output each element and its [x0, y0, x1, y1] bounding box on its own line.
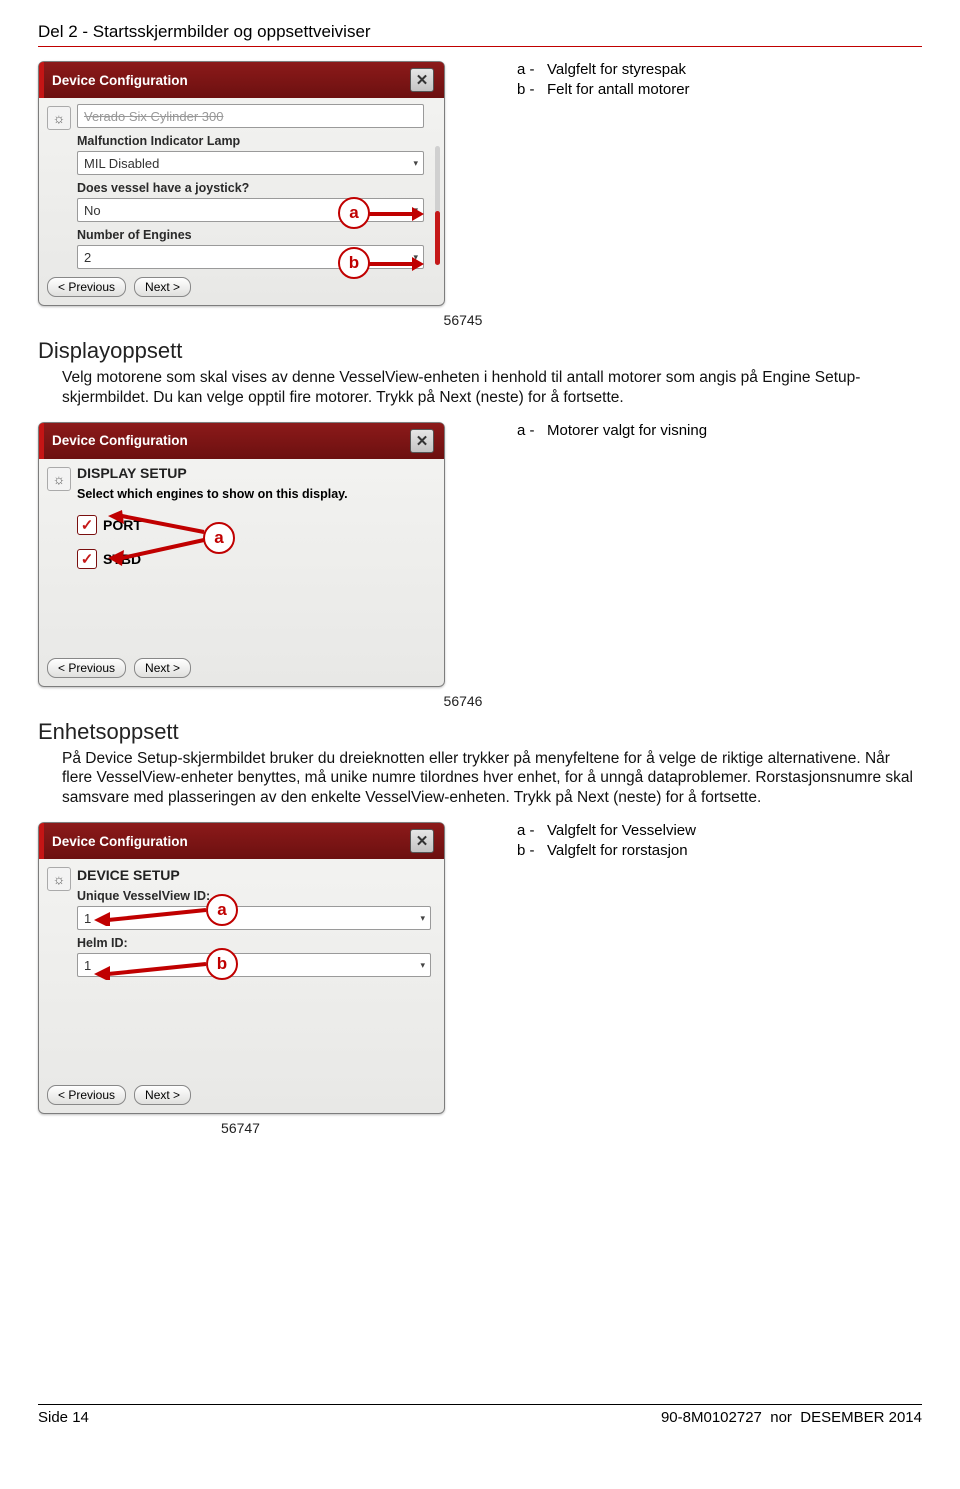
callout-b: b [206, 948, 238, 980]
gear-icon[interactable]: ☼ [47, 867, 71, 891]
helm-id-label: Helm ID: [77, 936, 434, 950]
body-paragraph: Velg motorene som skal vises av denne Ve… [62, 368, 922, 408]
device-setup-heading: DEVICE SETUP [77, 867, 434, 883]
panel-title: Device Configuration [52, 73, 188, 88]
legend-2: a -Motorer valgt for visning [517, 422, 707, 442]
next-button[interactable]: Next > [134, 277, 191, 297]
panel-title: Device Configuration [52, 433, 188, 448]
next-button[interactable]: Next > [134, 658, 191, 678]
gear-icon[interactable]: ☼ [47, 467, 71, 491]
close-icon[interactable]: ✕ [410, 429, 434, 453]
footer-left: Side 14 [38, 1409, 89, 1426]
close-icon[interactable]: ✕ [410, 68, 434, 92]
stbd-checkbox[interactable]: ✓ [77, 549, 97, 569]
vesselview-id-label: Unique VesselView ID: [77, 889, 434, 903]
callout-a: a [203, 522, 235, 554]
close-icon[interactable]: ✕ [410, 829, 434, 853]
footer-right: 90-8M0102727 nor DESEMBER 2014 [661, 1409, 922, 1426]
section-heading-display: Displayoppsett [38, 338, 922, 364]
joystick-label: Does vessel have a joystick? [77, 181, 424, 195]
port-checkbox[interactable]: ✓ [77, 515, 97, 535]
previous-button[interactable]: < Previous [47, 1085, 126, 1105]
previous-button[interactable]: < Previous [47, 277, 126, 297]
figure-number: 56746 [38, 693, 663, 709]
legend-3: a -Valgfelt for Vesselview b -Valgfelt f… [517, 822, 696, 862]
next-button[interactable]: Next > [134, 1085, 191, 1105]
callout-a: a [206, 894, 238, 926]
figure-number: 56745 [38, 312, 663, 328]
callout-a: a [338, 197, 370, 229]
arrow-icon [88, 902, 208, 926]
mil-field[interactable]: MIL Disabled▾ [77, 151, 424, 175]
num-engines-label: Number of Engines [77, 228, 424, 242]
arrow-icon [366, 205, 424, 223]
callout-b: b [338, 247, 370, 279]
scrollbar[interactable] [435, 146, 440, 265]
engine-model-field[interactable]: Verado Six Cylinder 300 [77, 104, 424, 128]
page-footer: Side 14 90-8M0102727 nor DESEMBER 2014 [38, 1404, 922, 1426]
previous-button[interactable]: < Previous [47, 658, 126, 678]
panel-title: Device Configuration [52, 834, 188, 849]
mil-label: Malfunction Indicator Lamp [77, 134, 424, 148]
page-header: Del 2 - Startsskjermbilder og oppsettvei… [38, 22, 922, 47]
arrow-icon [366, 255, 424, 273]
display-setup-instr: Select which engines to show on this dis… [77, 487, 434, 501]
figure-number: 56747 [38, 1120, 443, 1136]
gear-icon[interactable]: ☼ [47, 106, 71, 130]
section-heading-device: Enhetsoppsett [38, 719, 922, 745]
display-setup-heading: DISPLAY SETUP [77, 465, 434, 481]
arrow-icon [98, 510, 208, 570]
arrow-icon [88, 956, 208, 980]
legend-1: a -Valgfelt for styrespak b -Felt for an… [517, 61, 690, 101]
body-paragraph: På Device Setup-skjermbildet bruker du d… [62, 749, 922, 808]
